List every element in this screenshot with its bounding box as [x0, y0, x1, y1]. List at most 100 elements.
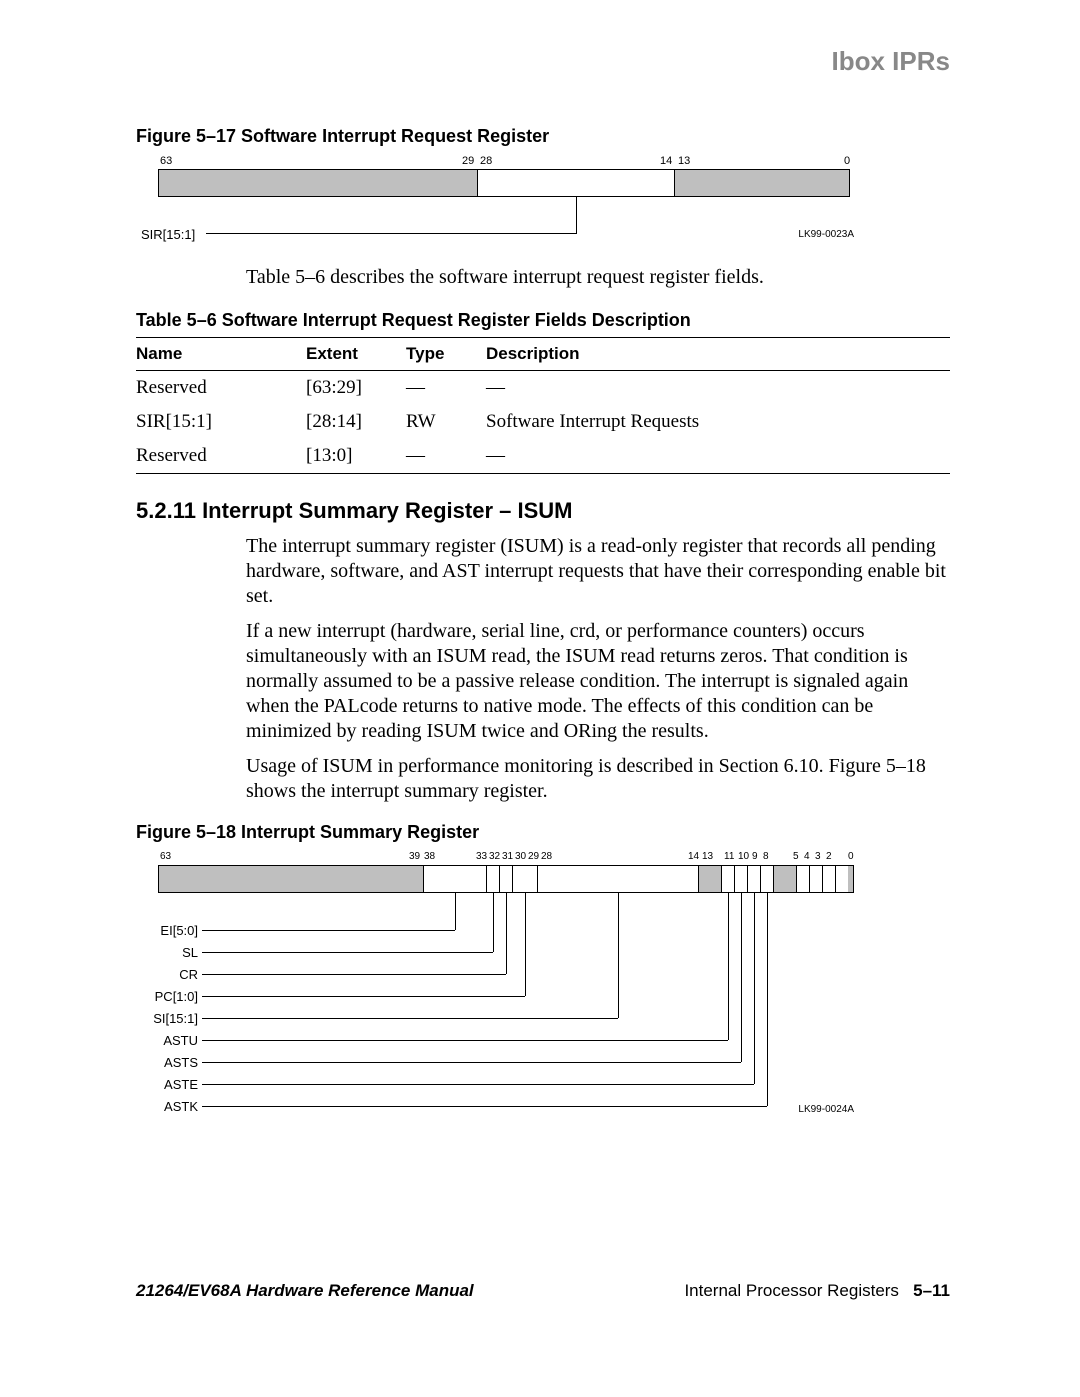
bit-label-31: 31: [502, 851, 513, 862]
callout-line: [767, 893, 768, 1106]
bit-label-63: 63: [160, 155, 172, 167]
paragraph: Usage of ISUM in performance monitoring …: [246, 754, 950, 804]
bit-label-14: 14: [688, 851, 699, 862]
field-cr: [499, 865, 513, 893]
footer-chapter: Internal Processor Registers: [684, 1281, 898, 1300]
footer-page: 5–11: [913, 1281, 950, 1300]
callout-line: [506, 893, 507, 974]
cell-desc: —: [486, 439, 950, 474]
footer-manual-title: 21264/EV68A Hardware Reference Manual: [136, 1281, 474, 1301]
label-astk: ASTK: [138, 1099, 198, 1114]
callout-line: [202, 1106, 767, 1107]
field-si: [537, 865, 699, 893]
figure-5-18-caption: Figure 5–18 Interrupt Summary Register: [136, 822, 950, 843]
label-sir: SIR[15:1]: [141, 227, 195, 242]
callout-line: [455, 893, 456, 930]
callout-line: [741, 893, 742, 1062]
table-5-6: Name Extent Type Description Reserved [6…: [136, 337, 950, 474]
bit-label-0: 0: [844, 155, 850, 167]
cell-desc: Software Interrupt Requests: [486, 405, 950, 439]
th-type: Type: [406, 338, 486, 371]
callout-line: [576, 197, 577, 233]
section-heading: 5.2.11 Interrupt Summary Register – ISUM: [136, 498, 950, 524]
callout-line: [618, 893, 619, 1018]
bit-label-0: 0: [848, 851, 854, 862]
label-astu: ASTU: [138, 1033, 198, 1048]
cell-type: RW: [406, 405, 486, 439]
paragraph: If a new interrupt (hardware, serial lin…: [246, 619, 950, 744]
figure-id: LK99-0024A: [798, 1104, 854, 1115]
lead-paragraph: Table 5–6 describes the software interru…: [246, 265, 950, 290]
bit-label-2: 2: [826, 851, 832, 862]
callout-line: [202, 1062, 741, 1063]
field-reserved-low: [674, 169, 850, 197]
field-sir: [477, 169, 675, 197]
bit-label-9: 9: [752, 851, 758, 862]
table-row: Reserved [13:0] — —: [136, 439, 950, 474]
cell-extent: [63:29]: [306, 371, 406, 406]
table-5-6-caption: Table 5–6 Software Interrupt Request Reg…: [136, 310, 950, 331]
cell-name: SIR[15:1]: [136, 405, 306, 439]
bit-label-63: 63: [160, 851, 171, 862]
bit-label-30: 30: [515, 851, 526, 862]
callout-line: [754, 893, 755, 1084]
cell-extent: [28:14]: [306, 405, 406, 439]
bit-label-13: 13: [678, 155, 690, 167]
callout-line: [202, 974, 506, 975]
cell-name: Reserved: [136, 439, 306, 474]
bit-label-11: 11: [724, 851, 734, 862]
callout-line: [202, 996, 525, 997]
figure-5-17: 63 29 28 14 13 0 SIR[15:1] LK99-0023A: [148, 159, 854, 259]
label-si: SI[15:1]: [138, 1011, 198, 1026]
callout-line: [202, 930, 455, 931]
figure-5-18: 63 39 38 33 32 31 30 29 28 14 13 11 10 9…: [148, 855, 854, 1125]
bit-label-4: 4: [804, 851, 810, 862]
figure-id: LK99-0023A: [798, 229, 854, 240]
callout-line: [525, 893, 526, 996]
th-name: Name: [136, 338, 306, 371]
bit-label-39: 39: [409, 851, 420, 862]
field-reserved-1-0: [848, 865, 854, 893]
field-reserved-63-39: [158, 865, 424, 893]
bit-label-28: 28: [480, 155, 492, 167]
field-astk-lo: [835, 865, 849, 893]
callout-line: [206, 233, 577, 234]
cell-type: —: [406, 371, 486, 406]
bit-label-29: 29: [528, 851, 539, 862]
th-extent: Extent: [306, 338, 406, 371]
field-reserved-high: [158, 169, 478, 197]
table-row: Reserved [63:29] — —: [136, 371, 950, 406]
field-ei: [423, 865, 487, 893]
field-pc: [512, 865, 538, 893]
bit-label-29: 29: [462, 155, 474, 167]
bit-label-32: 32: [489, 851, 500, 862]
bit-label-33: 33: [476, 851, 487, 862]
page-footer: 21264/EV68A Hardware Reference Manual In…: [136, 1281, 950, 1301]
label-cr: CR: [138, 967, 198, 982]
figure-5-17-caption: Figure 5–17 Software Interrupt Request R…: [136, 126, 950, 147]
page-header: Ibox IPRs: [832, 46, 950, 77]
field-astk-hi: [760, 865, 774, 893]
cell-desc: —: [486, 371, 950, 406]
callout-line: [202, 1040, 728, 1041]
field-reserved-13-12: [698, 865, 722, 893]
bit-label-13: 13: [702, 851, 713, 862]
label-sl: SL: [138, 945, 198, 960]
label-aste: ASTE: [138, 1077, 198, 1092]
field-aste-hi: [747, 865, 761, 893]
label-pc: PC[1:0]: [138, 989, 198, 1004]
table-row: SIR[15:1] [28:14] RW Software Interrupt …: [136, 405, 950, 439]
bit-label-3: 3: [815, 851, 821, 862]
bit-label-38: 38: [424, 851, 435, 862]
bit-label-14: 14: [660, 155, 672, 167]
bit-label-5: 5: [793, 851, 799, 862]
label-ei: EI[5:0]: [138, 923, 198, 938]
callout-line: [728, 893, 729, 1040]
cell-extent: [13:0]: [306, 439, 406, 474]
callout-line: [493, 893, 494, 952]
field-asts-hi: [734, 865, 748, 893]
footer-page-number: Internal Processor Registers 5–11: [684, 1281, 950, 1301]
label-asts: ASTS: [138, 1055, 198, 1070]
bit-label-28: 28: [541, 851, 552, 862]
bit-label-10: 10: [738, 851, 749, 862]
